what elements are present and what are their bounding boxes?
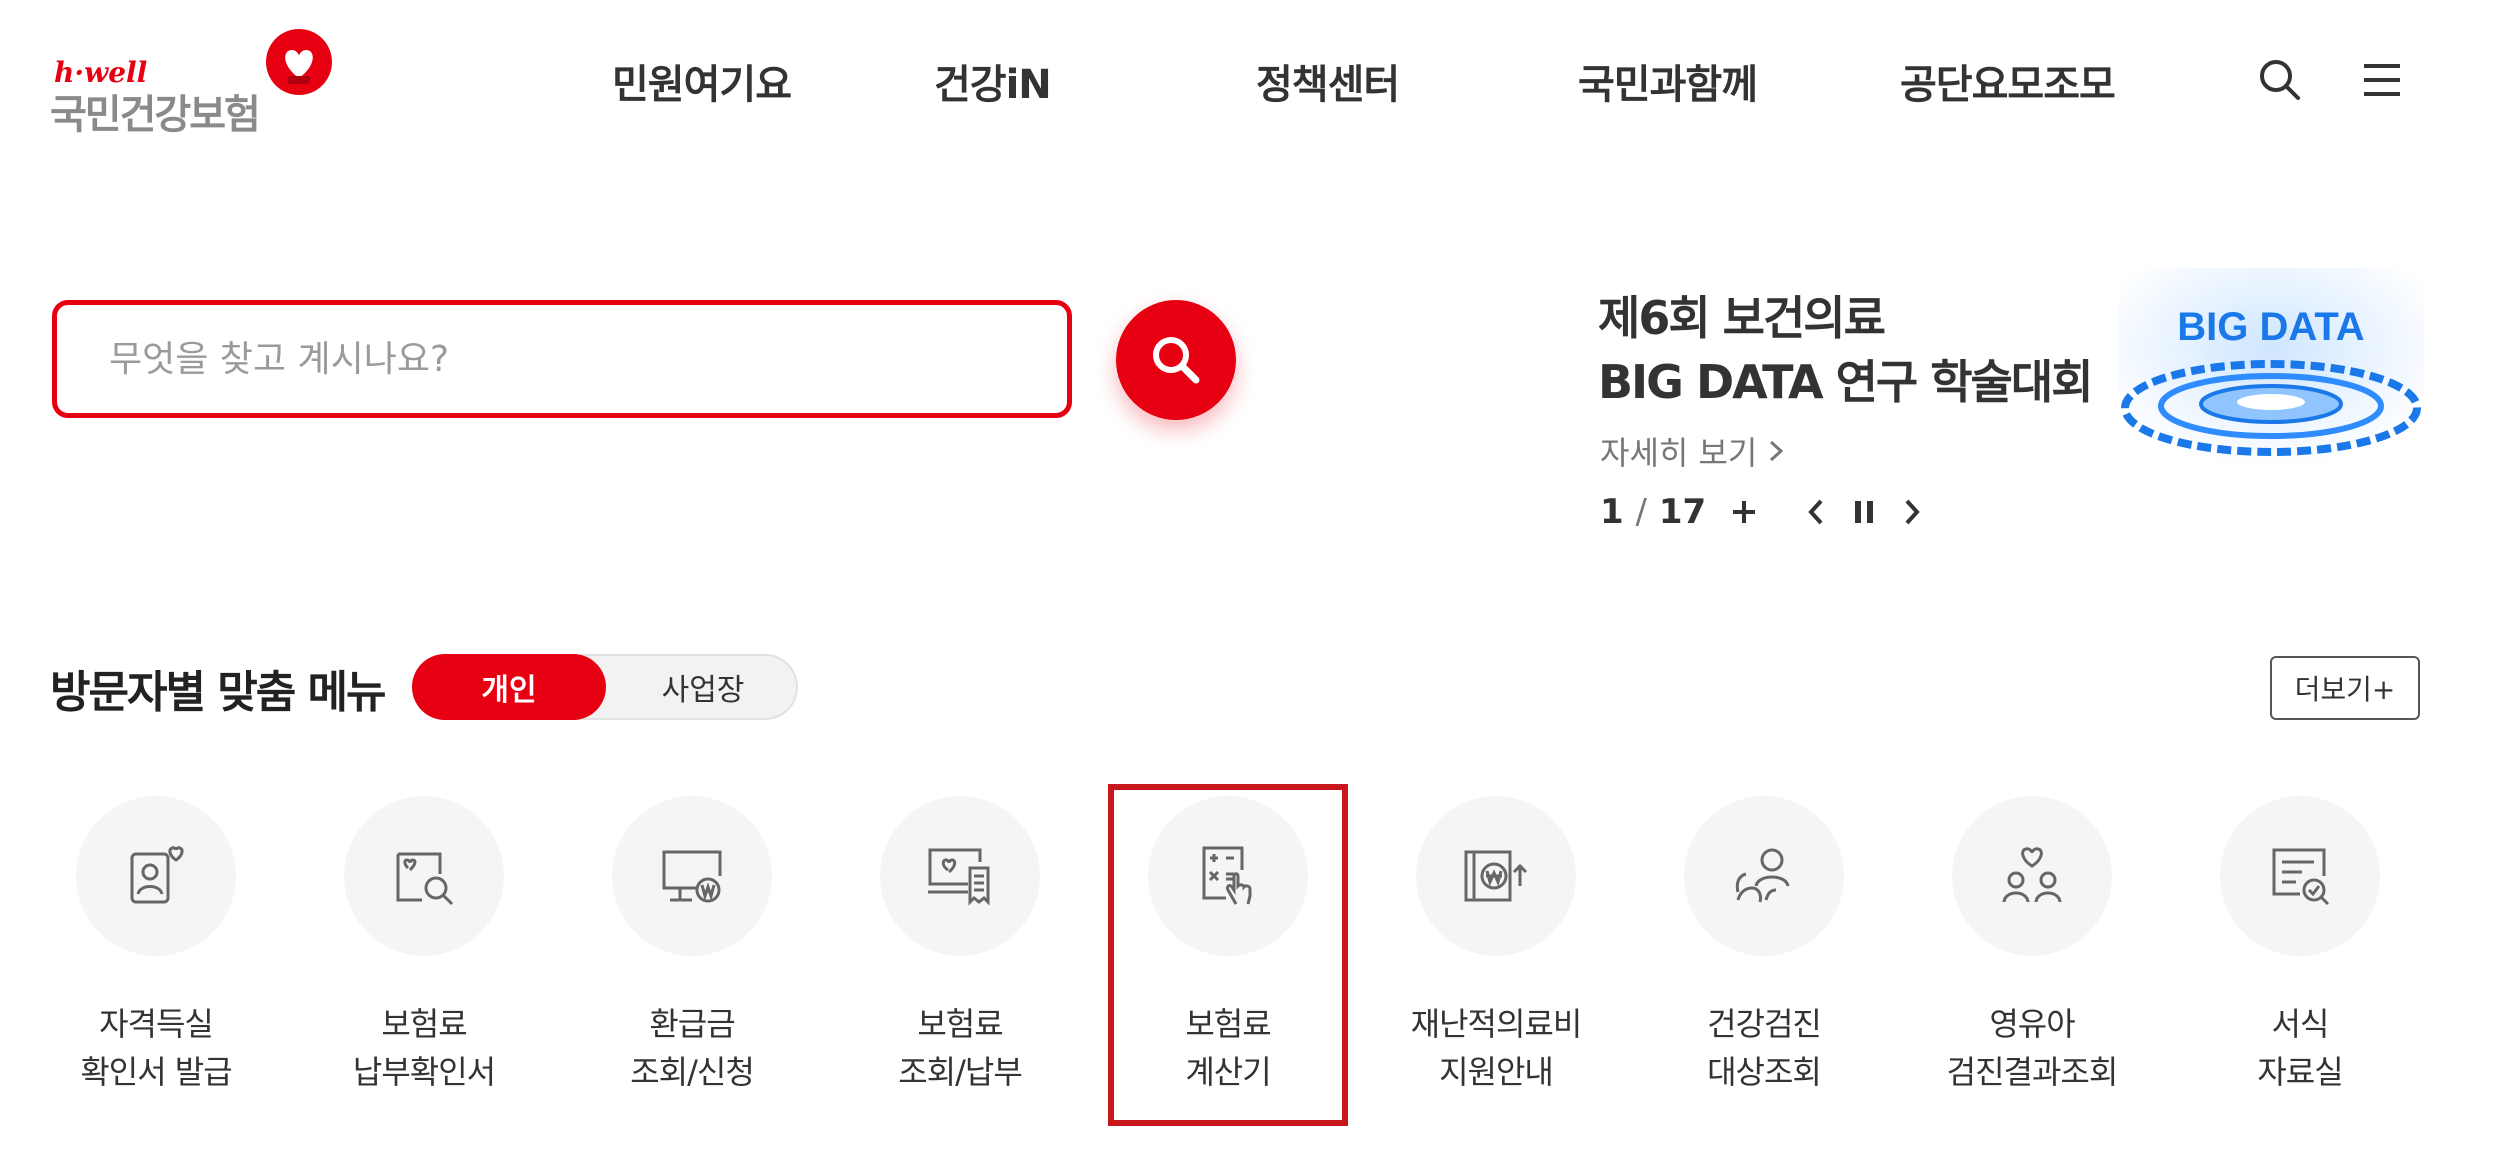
book-won-icon [1464, 850, 1528, 902]
menu-icon-wrap [344, 796, 504, 956]
nav-item-civil-service[interactable]: 민원여기요 [612, 52, 792, 110]
menu-label: 건강검진 대상조회 [1634, 1000, 1894, 1096]
menu-label: 영유아 검진결과조회 [1902, 1000, 2162, 1096]
calculator-touch-icon [1202, 846, 1252, 905]
search-icon [1153, 337, 1200, 384]
menu-icon-wrap [880, 796, 1040, 956]
menu-label-line2: 검진결과조회 [1946, 1053, 2119, 1091]
menu-label: 보험료 계산기 [1098, 1000, 1358, 1096]
menu-label: 보험료 조회/납부 [830, 1000, 1090, 1096]
toggle-workplace[interactable]: 사업장 [606, 654, 800, 720]
menu-icon-wrap [76, 796, 236, 956]
monitor-won-icon [662, 850, 722, 903]
search-icon[interactable] [2256, 56, 2304, 104]
menu-item-refund-inquiry[interactable]: 환급금 조회/신청 [562, 792, 822, 1122]
document-search-icon [396, 852, 454, 906]
search-button[interactable] [1116, 300, 1236, 420]
menu-item-eligibility-certificate[interactable]: 자격득실 확인서 발급 [26, 792, 286, 1122]
banner-title-line1: 제6회 보건의료 [1598, 291, 1886, 345]
visitor-type-toggle: 개인 사업장 [412, 654, 798, 720]
section-title: 방문자별 맞춤 메뉴 [50, 667, 386, 718]
chevron-left-icon [1808, 499, 1823, 525]
menu-item-premium-calculator[interactable]: 보험료 계산기 [1098, 792, 1358, 1122]
menu-label-line1: 자격득실 [99, 1005, 214, 1043]
menu-item-forms-library[interactable]: 서식 자료실 [2170, 792, 2430, 1122]
banner-title[interactable]: 제6회 보건의료 BIG DATA 연구 학술대회 [1598, 286, 2094, 414]
menu-label-line2: 자료실 [2257, 1053, 2343, 1091]
plus-icon [1733, 501, 1755, 523]
menu-label: 자격득실 확인서 발급 [26, 1000, 286, 1096]
nav-item-policy-center[interactable]: 정책센터 [1256, 52, 1400, 110]
menu-icon-wrap [1416, 796, 1576, 956]
banner-next-button[interactable] [1892, 490, 1932, 534]
menu-item-catastrophic-medical-support[interactable]: 재난적의료비 지원안내 [1366, 792, 1626, 1122]
hamburger-menu-icon[interactable] [2358, 56, 2406, 104]
menu-label-line1: 건강검진 [1707, 1005, 1822, 1043]
family-heart-icon [2002, 847, 2062, 903]
banner-total: 17 [1658, 492, 1707, 532]
menu-label-line1: 환급금 [649, 1005, 735, 1043]
banner-image-text: BIG DATA [2177, 305, 2364, 349]
menu-label-line1: 보험료 [381, 1005, 467, 1043]
banner-add-button[interactable] [1724, 490, 1764, 534]
more-button[interactable]: 더보기+ [2270, 656, 2420, 720]
menu-item-premium-payment-certificate[interactable]: 보험료 납부확인서 [294, 792, 554, 1122]
banner-current: 1 [1600, 492, 1624, 532]
menu-label-line2: 계산기 [1185, 1053, 1271, 1091]
monitor-receipt-icon [928, 848, 990, 906]
menu-icon-wrap [612, 796, 772, 956]
menu-icon-wrap [1684, 796, 1844, 956]
chevron-right-icon [1905, 499, 1920, 525]
menu-label-line1: 보험료 [1185, 1005, 1271, 1043]
menu-label: 보험료 납부확인서 [294, 1000, 554, 1096]
menu-item-health-checkup-target[interactable]: 건강검진 대상조회 [1634, 792, 1894, 1122]
menu-label-line2: 대상조회 [1707, 1053, 1822, 1091]
menu-label-line2: 확인서 발급 [80, 1053, 232, 1091]
menu-label: 서식 자료실 [2170, 1000, 2430, 1096]
people-check-icon [1735, 848, 1790, 903]
menu-icon-wrap [2220, 796, 2380, 956]
menu-item-infant-checkup-results[interactable]: 영유아 검진결과조회 [1902, 792, 2162, 1122]
menu-label-line1: 서식 [2271, 1005, 2330, 1043]
banner-more-link[interactable]: 자세히 보기 [1600, 428, 1785, 474]
banner-pause-button[interactable] [1844, 490, 1884, 534]
menu-icon-wrap [1952, 796, 2112, 956]
search-field [52, 300, 1072, 418]
menu-label-line2: 납부확인서 [352, 1053, 496, 1091]
menu-icon-wrap [1148, 796, 1308, 956]
menu-label-line1: 영유아 [1989, 1005, 2075, 1043]
menu-label-line2: 지원안내 [1439, 1053, 1554, 1091]
banner-title-line2: BIG DATA 연구 학술대회 [1598, 355, 2094, 409]
nav-item-about-nhis[interactable]: 공단요모조모 [1900, 52, 2116, 110]
banner-prev-button[interactable] [1796, 490, 1836, 534]
big-data-banner-image: BIG DATA [2118, 268, 2424, 468]
banner-more-label: 자세히 보기 [1600, 434, 1758, 472]
menu-label-line1: 재난적의료비 [1410, 1005, 1583, 1043]
banner-separator: / [1635, 492, 1647, 532]
pause-icon [1855, 501, 1873, 523]
search-input[interactable] [57, 305, 1067, 413]
menu-label-line2: 조회/납부 [898, 1053, 1023, 1091]
form-search-icon [2272, 848, 2330, 906]
nav-item-with-people[interactable]: 국민과함께 [1578, 52, 1758, 110]
banner-page-count: 1 / 17 [1600, 492, 1706, 532]
menu-label-line2: 조회/신청 [630, 1053, 755, 1091]
menu-label: 환급금 조회/신청 [562, 1000, 822, 1096]
id-card-heart-icon [130, 846, 184, 904]
menu-item-premium-inquiry-payment[interactable]: 보험료 조회/납부 [830, 792, 1090, 1122]
menu-label-line1: 보험료 [917, 1005, 1003, 1043]
toggle-individual[interactable]: 개인 [412, 654, 606, 720]
main-nav: 민원여기요 건강iN 정책센터 국민과함께 공단요모조모 [0, 52, 2496, 112]
nav-item-health-in[interactable]: 건강iN [934, 52, 1052, 110]
menu-label: 재난적의료비 지원안내 [1366, 1000, 1626, 1096]
chevron-right-icon [1767, 434, 1785, 472]
